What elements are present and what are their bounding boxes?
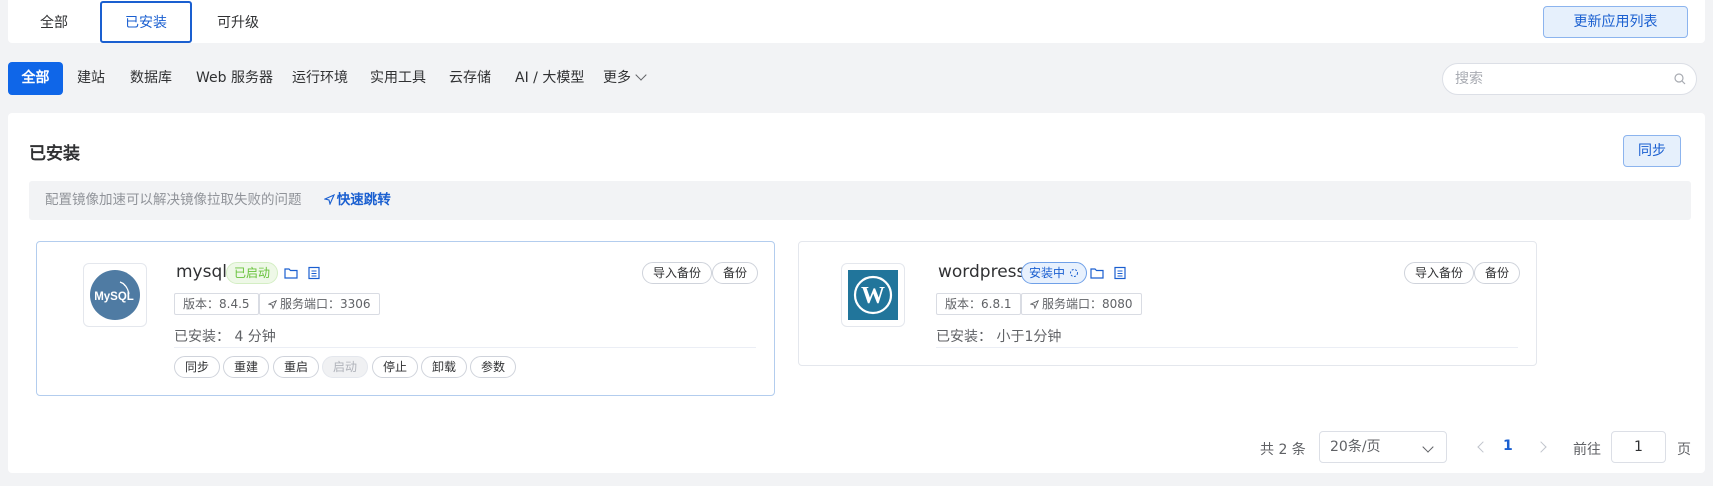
page-size-select[interactable]: 20条/页 [1319,431,1447,463]
category-more-label: 更多 [603,70,631,86]
status-label: 安装中 [1029,266,1066,280]
refresh-app-list-button[interactable]: 更新应用列表 [1543,6,1688,38]
installed-apps-panel: 已安装 同步 配置镜像加速可以解决镜像拉取失败的问题 快速跳转 MySQL my… [8,113,1705,473]
top-tab-bar: 全部 已安装 可升级 更新应用列表 [8,0,1705,43]
app-name: wordpress [938,262,1026,282]
category-more-dropdown[interactable]: 更多 [603,62,647,95]
mysql-logo-icon: MySQL [90,270,140,320]
spinner-icon [1069,269,1078,277]
wordpress-logo-text: W [861,283,885,309]
goto-page-input[interactable] [1611,431,1666,463]
app-card-mysql[interactable]: MySQL mysql 已启动 导入备份 备份 版本：8.4.5 服务端口：33… [36,241,775,396]
version-tag: 版本：8.4.5 [174,293,259,315]
port-tag: 服务端口：3306 [259,293,380,315]
sync-app-button[interactable]: 同步 [174,356,221,378]
params-button[interactable]: 参数 [470,356,517,378]
category-website[interactable]: 建站 [77,62,105,95]
status-badge: 已启动 [226,262,279,284]
app-card-wordpress[interactable]: W wordpress 安装中 导入备份 备份 版本：6.8.1 服务端口：80… [798,241,1537,366]
document-icon[interactable] [1112,265,1128,281]
tab-upgradable[interactable]: 可升级 [192,1,284,43]
search-box [1442,63,1697,95]
import-backup-button[interactable]: 导入备份 [1404,262,1475,284]
category-tools[interactable]: 实用工具 [370,62,426,95]
rebuild-button[interactable]: 重建 [223,356,270,378]
uninstall-button[interactable]: 卸载 [421,356,468,378]
folder-icon[interactable] [283,265,299,281]
send-icon [1029,299,1040,310]
category-cloud-storage[interactable]: 云存储 [449,62,491,95]
installed-time: 已安装： 小于1分钟 [936,329,1062,345]
folder-icon[interactable] [1089,265,1105,281]
quick-jump-label: 快速跳转 [336,192,391,208]
notice-text: 配置镜像加速可以解决镜像拉取失败的问题 [45,192,302,208]
chevron-down-icon [635,69,647,81]
search-input[interactable] [1455,64,1655,94]
category-runtime[interactable]: 运行环境 [292,62,348,95]
panel-title: 已安装 [29,144,80,164]
sync-button[interactable]: 同步 [1623,135,1681,167]
installed-time: 已安装： 4 分钟 [174,329,276,345]
search-icon[interactable] [1674,73,1686,85]
port-tag: 服务端口：8080 [1021,293,1142,315]
backup-button[interactable]: 备份 [1474,262,1521,284]
version-tag: 版本：6.8.1 [936,293,1021,315]
mirror-notice: 配置镜像加速可以解决镜像拉取失败的问题 快速跳转 [29,181,1691,220]
port-label: 服务端口：8080 [1042,297,1133,311]
divider [936,347,1518,348]
import-backup-button[interactable]: 导入备份 [642,262,713,284]
status-badge: 安装中 [1021,262,1087,284]
quick-jump-link[interactable]: 快速跳转 [323,192,391,208]
mysql-logo-text: MySQL [94,291,134,303]
wordpress-logo-icon: W [848,270,898,320]
page-size-value: 20条/页 [1330,439,1381,455]
app-name: mysql [176,262,227,282]
stop-button[interactable]: 停止 [372,356,419,378]
divider [174,347,756,348]
document-icon[interactable] [306,265,322,281]
port-label: 服务端口：3306 [280,297,371,311]
category-web-server[interactable]: Web 服务器 [196,62,273,95]
page-suffix: 页 [1677,442,1691,458]
chevron-down-icon [1422,441,1434,453]
category-ai[interactable]: AI / 大模型 [515,62,584,95]
pagination-total: 共 2 条 [1260,442,1306,458]
restart-button[interactable]: 重启 [273,356,320,378]
goto-label: 前往 [1573,442,1601,458]
page-number-current[interactable]: 1 [1503,438,1513,454]
category-database[interactable]: 数据库 [130,62,172,95]
tab-installed[interactable]: 已安装 [100,1,192,43]
tab-all[interactable]: 全部 [8,1,100,43]
category-all[interactable]: 全部 [8,62,63,95]
send-icon [323,193,335,206]
send-icon [267,299,278,310]
backup-button[interactable]: 备份 [712,262,759,284]
mysql-logo: MySQL [83,263,147,327]
wordpress-logo: W [841,263,905,327]
start-button: 启动 [322,356,369,378]
